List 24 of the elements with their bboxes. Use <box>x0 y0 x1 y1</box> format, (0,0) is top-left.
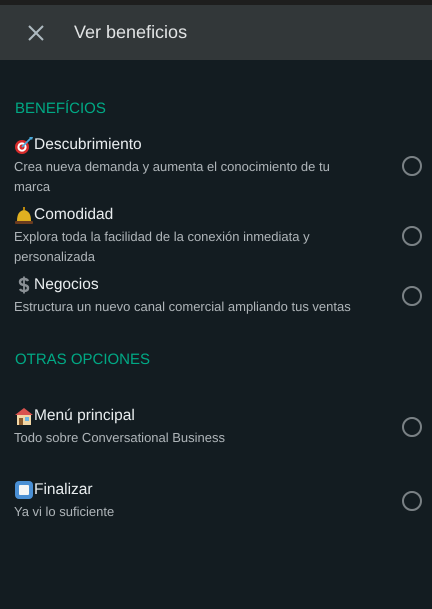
bell-icon <box>14 205 34 225</box>
radio-button[interactable] <box>402 226 422 246</box>
stop-icon <box>14 480 34 500</box>
option-title: Descubrimiento <box>34 135 142 155</box>
radio-button[interactable] <box>402 491 422 511</box>
option-description: Todo sobre Conversational Business <box>14 429 226 447</box>
close-button[interactable] <box>26 22 46 42</box>
option-description: Crea nueva demanda y aumenta el conocimiento de tu marca <box>14 158 331 196</box>
section-heading: BENEFÍCIOS <box>15 100 106 117</box>
radio-button[interactable] <box>402 286 422 306</box>
close-icon <box>28 24 44 40</box>
option-title: Finalizar <box>34 480 93 500</box>
option-title: Menú principal <box>34 406 135 426</box>
option-title: Negocios <box>34 275 99 295</box>
option-description: Estructura un nuevo canal comercial ampliando tus ventas <box>14 298 352 316</box>
radio-button[interactable] <box>402 417 422 437</box>
dialog-title: Ver beneficios <box>74 22 188 43</box>
radio-button[interactable] <box>402 156 422 176</box>
target-icon <box>14 135 34 155</box>
option-description: Explora toda la facilidad de la conexión inmediata y personalizada <box>14 228 311 266</box>
house-icon <box>14 406 34 426</box>
section-heading: OTRAS OPCIONES <box>15 351 150 368</box>
option-title: Comodidad <box>34 205 114 225</box>
option-description: Ya vi lo suficiente <box>14 503 116 521</box>
